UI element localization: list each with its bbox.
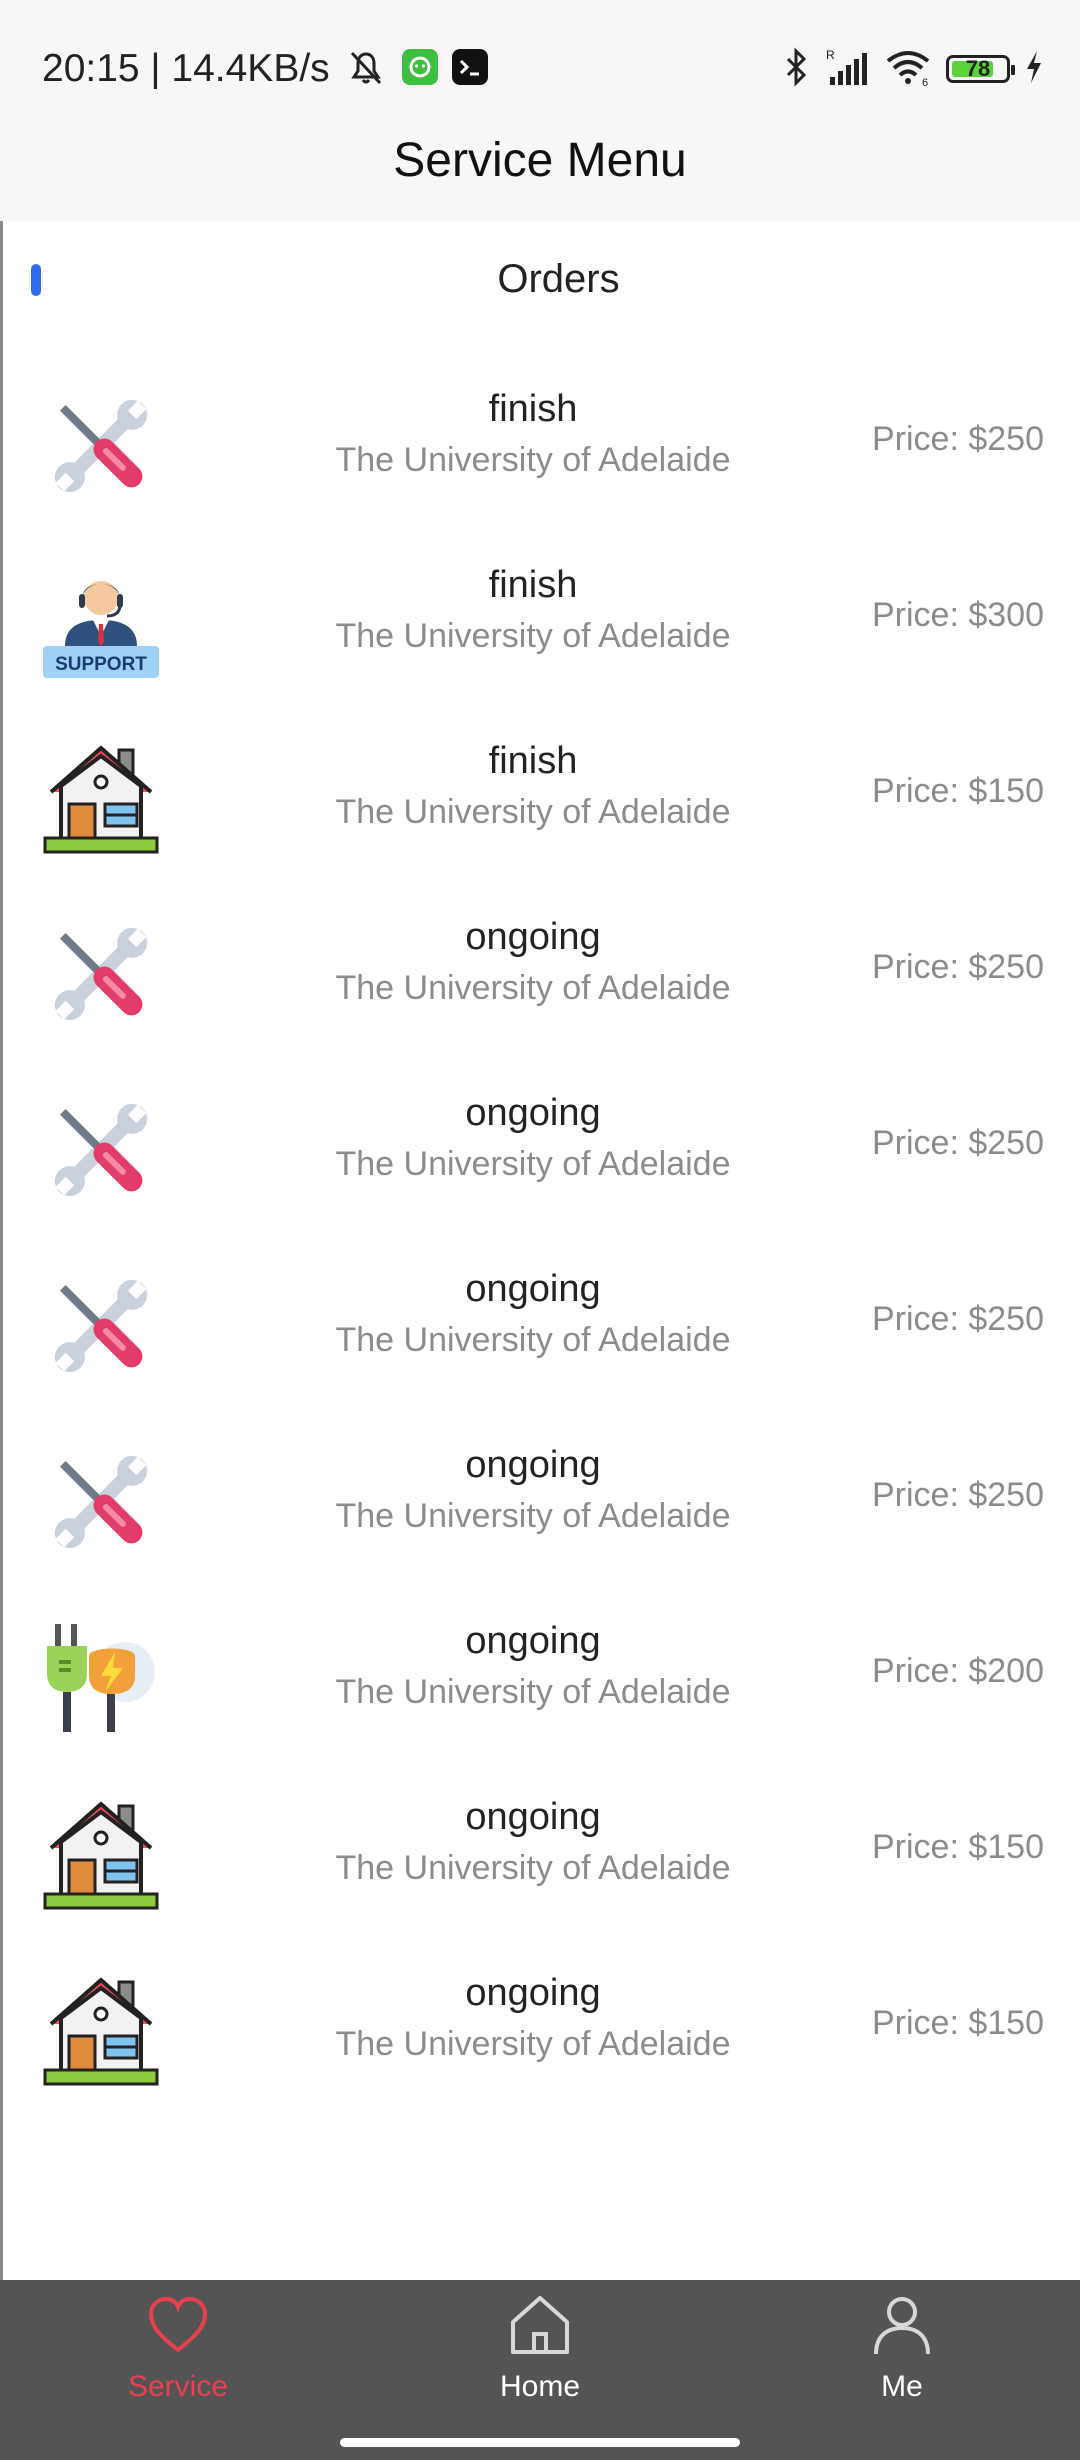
home-indicator: [340, 2438, 740, 2447]
order-status: ongoing: [465, 1268, 601, 1310]
order-location: The University of Adelaide: [335, 1497, 731, 1535]
order-price: Price: $300: [872, 596, 1044, 634]
order-info: ongoing The University of Adelaide: [203, 1266, 863, 1362]
order-status: ongoing: [465, 1092, 601, 1134]
tools-icon: [43, 1444, 159, 1560]
svg-text:SUPPORT: SUPPORT: [55, 654, 147, 675]
svg-text:6: 6: [922, 77, 928, 87]
nav-me-label: Me: [881, 2370, 923, 2403]
order-row[interactable]: ongoing The University of Adelaide Price: …: [3, 886, 1080, 1062]
heart-icon: [148, 2296, 208, 2353]
order-status: finish: [488, 388, 578, 430]
order-row[interactable]: ongoing The University of Adelaide Price: …: [3, 1062, 1080, 1238]
order-info: ongoing The University of Adelaide: [203, 1794, 863, 1890]
order-price: Price: $150: [872, 772, 1044, 810]
tools-icon: [43, 388, 159, 504]
house-icon: [43, 1972, 159, 2088]
order-row[interactable]: finish The University of Adelaide Price: $…: [3, 710, 1080, 886]
nav-service[interactable]: Service: [28, 2290, 328, 2404]
nav-home[interactable]: Home: [390, 2290, 690, 2404]
order-location: The University of Adelaide: [335, 793, 731, 831]
order-status: ongoing: [465, 1620, 601, 1662]
order-location: The University of Adelaide: [335, 969, 731, 1007]
order-row[interactable]: ongoing The University of Adelaide Price: …: [3, 1766, 1080, 1942]
bluetooth-icon: [784, 46, 810, 92]
charging-icon: [1024, 49, 1044, 90]
order-info: ongoing The University of Adelaide: [203, 914, 863, 1010]
person-icon: [874, 2297, 930, 2355]
order-price: Price: $250: [872, 1124, 1044, 1162]
app-bar: Service Menu: [0, 135, 1080, 221]
order-location: The University of Adelaide: [335, 1673, 731, 1711]
section-title: Orders: [497, 257, 620, 301]
nav-me[interactable]: Me: [752, 2290, 1052, 2404]
orders-panel: Orders finish The University of Adelaide P…: [0, 221, 1080, 2280]
house-icon: [43, 1796, 159, 1912]
order-price: Price: $150: [872, 1828, 1044, 1866]
tools-icon: [43, 1092, 159, 1208]
order-status: ongoing: [465, 1972, 601, 2014]
order-price: Price: $250: [872, 1300, 1044, 1338]
support-icon: SUPPORT: [43, 564, 159, 680]
tools-icon: [43, 916, 159, 1032]
bell-muted-icon: [344, 45, 388, 94]
order-row[interactable]: finish The University of Adelaide Price: $…: [3, 358, 1080, 534]
order-info: ongoing The University of Adelaide: [203, 1970, 863, 2066]
order-location: The University of Adelaide: [335, 1849, 731, 1887]
svg-text:R: R: [826, 48, 835, 62]
order-info: ongoing The University of Adelaide: [203, 1090, 863, 1186]
home-icon: [511, 2296, 569, 2354]
nav-home-label: Home: [499, 2370, 581, 2403]
house-icon: [43, 740, 159, 856]
battery-level: 78: [965, 56, 991, 81]
order-status: ongoing: [465, 916, 601, 958]
tools-icon: [43, 1268, 159, 1384]
order-location: The University of Adelaide: [335, 441, 731, 479]
order-price: Price: $200: [872, 1652, 1044, 1690]
order-price: Price: $150: [872, 2004, 1044, 2042]
order-row[interactable]: SUPPORT finish The University of Adelaide P…: [3, 534, 1080, 710]
order-price: Price: $250: [872, 1476, 1044, 1514]
order-info: ongoing The University of Adelaide: [203, 1442, 863, 1538]
order-location: The University of Adelaide: [335, 2025, 731, 2063]
status-time-speed: 20:15 | 14.4KB/s: [42, 47, 330, 90]
order-price: Price: $250: [872, 420, 1044, 458]
order-location: The University of Adelaide: [335, 617, 731, 655]
signal-icon: R: [824, 47, 870, 92]
page-title: Service Menu: [393, 134, 687, 187]
order-row[interactable]: ongoing The University of Adelaide Price: …: [3, 1238, 1080, 1414]
order-location: The University of Adelaide: [335, 1145, 731, 1183]
nav-service-label: Service: [127, 2370, 229, 2403]
electric-plug-icon: [43, 1620, 159, 1736]
app-notification-icon: [401, 48, 438, 90]
wifi-icon: 6: [884, 47, 932, 92]
order-row[interactable]: ongoing The University of Adelaide Price: …: [3, 1590, 1080, 1766]
battery-icon: 78: [946, 55, 1015, 83]
order-status: finish: [488, 740, 578, 782]
order-info: finish The University of Adelaide: [203, 562, 863, 658]
order-status: ongoing: [465, 1796, 601, 1838]
terminal-icon: [451, 48, 488, 90]
order-status: finish: [488, 564, 578, 606]
order-info: finish The University of Adelaide: [203, 738, 863, 834]
order-row[interactable]: ongoing The University of Adelaide Price: …: [3, 1942, 1080, 2118]
order-info: ongoing The University of Adelaide: [203, 1618, 863, 1714]
order-info: finish The University of Adelaide: [203, 386, 863, 482]
order-status: ongoing: [465, 1444, 601, 1486]
order-location: The University of Adelaide: [335, 1321, 731, 1359]
status-bar: 20:15 | 14.4KB/s R 6 78: [0, 0, 1080, 135]
order-price: Price: $250: [872, 948, 1044, 986]
bottom-nav: Service Home Me: [0, 2280, 1080, 2460]
order-row[interactable]: ongoing The University of Adelaide Price: …: [3, 1414, 1080, 1590]
